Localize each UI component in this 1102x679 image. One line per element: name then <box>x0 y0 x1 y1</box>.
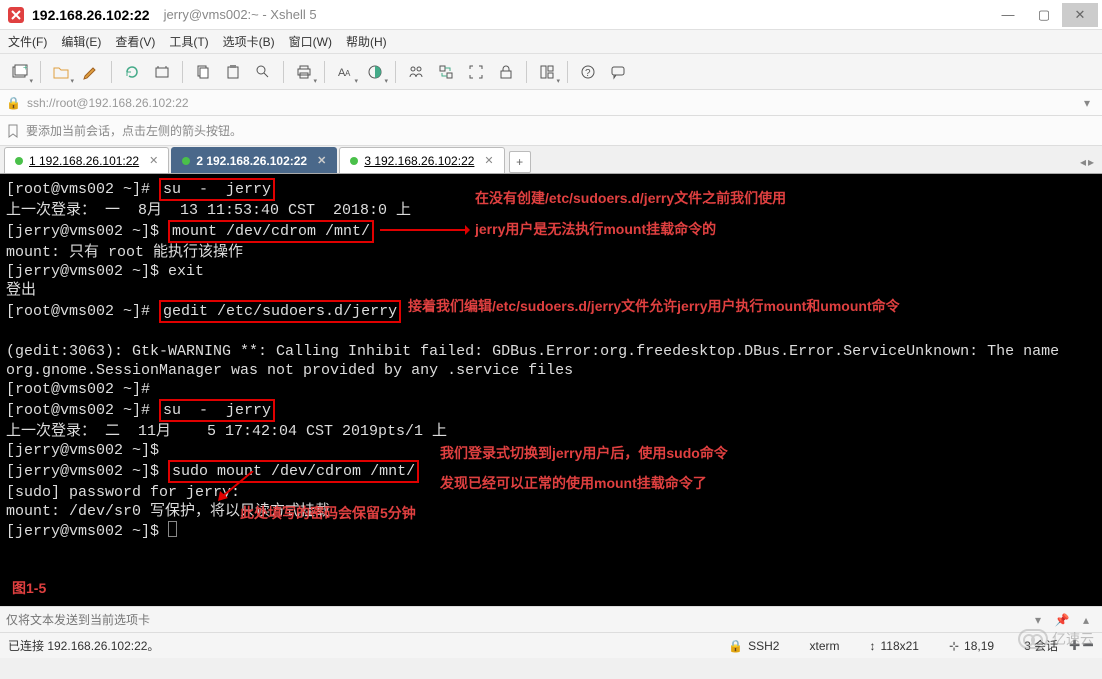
status-ssh: 🔒SSH2 <box>728 639 779 653</box>
tab-label: 3 192.168.26.102:22 <box>364 154 474 168</box>
tab-prev-button[interactable]: ◂ <box>1080 155 1086 169</box>
send-pin-button[interactable]: 📌 <box>1052 611 1072 629</box>
maximize-button[interactable]: ▢ <box>1026 3 1062 27</box>
title-ip: 192.168.26.102:22 <box>32 7 150 23</box>
users-button[interactable] <box>402 58 430 86</box>
resize-icon: ↕ <box>869 639 875 653</box>
info-bar: 要添加当前会话，点击左侧的箭头按钮。 <box>0 116 1102 146</box>
status-dot-icon <box>182 157 190 165</box>
lock-icon: 🔒 <box>728 639 743 653</box>
tab-label: 2 192.168.26.102:22 <box>196 154 307 168</box>
highlight-box: su - jerry <box>159 399 275 422</box>
annotation: 我们登录式切换到jerry用户后，使用sudo命令 <box>440 444 728 463</box>
arrow-icon <box>218 471 258 501</box>
lock-button[interactable] <box>492 58 520 86</box>
copy-button[interactable] <box>189 58 217 86</box>
color-button[interactable]: ▾ <box>361 58 389 86</box>
cursor <box>168 521 177 537</box>
tab-bar: 1 192.168.26.101:22 ✕ 2 192.168.26.102:22… <box>0 146 1102 174</box>
paste-button[interactable] <box>219 58 247 86</box>
title-bar: 192.168.26.102:22 jerry@vms002:~ - Xshel… <box>0 0 1102 30</box>
status-pos: ⊹18,19 <box>949 639 994 653</box>
annotation: 在没有创建/etc/sudoers.d/jerry文件之前我们使用 <box>475 189 786 208</box>
open-button[interactable]: ▾ <box>47 58 75 86</box>
layout-button[interactable]: ▾ <box>533 58 561 86</box>
status-dot-icon <box>350 157 358 165</box>
send-bar: ▾ 📌 ▴ <box>0 606 1102 632</box>
svg-text:A: A <box>345 69 351 78</box>
close-tab-icon[interactable]: ✕ <box>484 154 493 167</box>
svg-text:+: + <box>23 64 28 72</box>
annotation: 此处填写的密码会保留5分钟 <box>240 504 416 523</box>
reconnect-button[interactable] <box>118 58 146 86</box>
status-connection: 已连接 192.168.26.102:22。 <box>8 637 698 654</box>
watermark: 亿速云 <box>1018 629 1094 649</box>
menu-bar: 文件(F) 编辑(E) 查看(V) 工具(T) 选项卡(B) 窗口(W) 帮助(… <box>0 30 1102 54</box>
status-term: xterm <box>809 639 839 653</box>
menu-edit[interactable]: 编辑(E) <box>61 33 101 50</box>
tab-nav: ◂▸ <box>1076 151 1098 173</box>
address-text[interactable]: ssh://root@192.168.26.102:22 <box>27 96 1078 110</box>
menu-tabs[interactable]: 选项卡(B) <box>223 33 275 50</box>
figure-label: 图1-5 <box>12 579 46 598</box>
arrow-icon <box>380 224 470 236</box>
menu-tools[interactable]: 工具(T) <box>169 33 208 50</box>
print-button[interactable]: ▾ <box>290 58 318 86</box>
add-tab-button[interactable]: + <box>509 151 531 173</box>
menu-view[interactable]: 查看(V) <box>115 33 155 50</box>
font-button[interactable]: AA▾ <box>331 58 359 86</box>
app-icon <box>8 7 24 23</box>
info-hint: 要添加当前会话，点击左侧的箭头按钮。 <box>26 122 242 139</box>
send-target-button[interactable]: ▾ <box>1028 611 1048 629</box>
bookmark-icon[interactable] <box>6 124 20 138</box>
menu-help[interactable]: 帮助(H) <box>346 33 387 50</box>
terminal[interactable]: [root@vms002 ~]# su - jerry 上一次登录： 一 8月 … <box>0 174 1102 606</box>
tab-3[interactable]: 3 192.168.26.102:22 ✕ <box>339 147 504 173</box>
lock-icon: 🔒 <box>6 96 21 110</box>
transfer-button[interactable] <box>432 58 460 86</box>
tab-label: 1 192.168.26.101:22 <box>29 154 139 168</box>
highlight-box: sudo mount /dev/cdrom /mnt/ <box>168 460 419 483</box>
edit-button[interactable] <box>77 58 105 86</box>
watermark-icon <box>1018 629 1048 649</box>
chat-button[interactable] <box>604 58 632 86</box>
address-dropdown[interactable]: ▾ <box>1078 96 1096 110</box>
title-subtitle: jerry@vms002:~ - Xshell 5 <box>164 7 317 22</box>
close-button[interactable]: ✕ <box>1062 3 1098 27</box>
address-bar: 🔒 ssh://root@192.168.26.102:22 ▾ <box>0 90 1102 116</box>
annotation: 接着我们编辑/etc/sudoers.d/jerry文件允许jerry用户执行m… <box>408 297 900 316</box>
watermark-text: 亿速云 <box>1052 629 1094 649</box>
send-input[interactable] <box>6 613 1028 627</box>
status-bar: 已连接 192.168.26.102:22。 🔒SSH2 xterm ↕118x… <box>0 632 1102 658</box>
highlight-box: su - jerry <box>159 178 275 201</box>
close-tab-icon[interactable]: ✕ <box>317 154 326 167</box>
menu-window[interactable]: 窗口(W) <box>289 33 332 50</box>
new-session-button[interactable]: +▾ <box>6 58 34 86</box>
position-icon: ⊹ <box>949 639 959 653</box>
tab-1[interactable]: 1 192.168.26.101:22 ✕ <box>4 147 169 173</box>
window-controls: — ▢ ✕ <box>990 3 1098 27</box>
menu-file[interactable]: 文件(F) <box>8 33 47 50</box>
highlight-box: gedit /etc/sudoers.d/jerry <box>159 300 401 323</box>
fullscreen-button[interactable] <box>462 58 490 86</box>
highlight-box: mount /dev/cdrom /mnt/ <box>168 220 374 243</box>
tab-next-button[interactable]: ▸ <box>1088 155 1094 169</box>
minimize-button[interactable]: — <box>990 3 1026 27</box>
close-tab-icon[interactable]: ✕ <box>149 154 158 167</box>
annotation: 发现已经可以正常的使用mount挂载命令了 <box>440 474 707 493</box>
disconnect-button[interactable] <box>148 58 176 86</box>
annotation: jerry用户是无法执行mount挂载命令的 <box>475 220 716 239</box>
toolbar: +▾ ▾ ▾ AA▾ ▾ ▾ ? <box>0 54 1102 90</box>
status-size: ↕118x21 <box>869 639 918 653</box>
tab-2[interactable]: 2 192.168.26.102:22 ✕ <box>171 147 337 173</box>
send-up-button[interactable]: ▴ <box>1076 611 1096 629</box>
svg-text:?: ? <box>585 68 591 79</box>
help-button[interactable]: ? <box>574 58 602 86</box>
find-button[interactable] <box>249 58 277 86</box>
status-dot-icon <box>15 157 23 165</box>
